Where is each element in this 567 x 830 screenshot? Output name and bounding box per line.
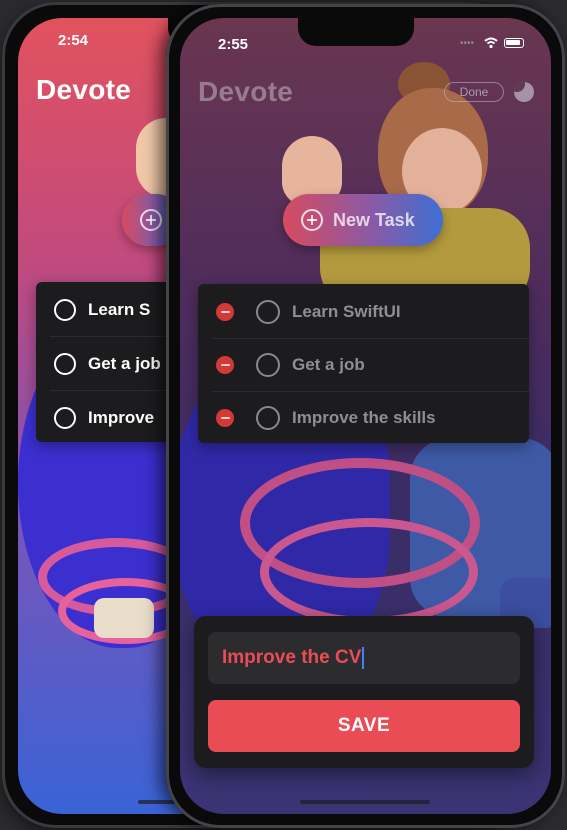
front-status-time: 2:55	[218, 36, 249, 53]
back-task-row[interactable]: Improve	[36, 392, 176, 444]
task-row[interactable]: Get a job	[198, 339, 529, 391]
plus-circle-icon	[140, 209, 162, 231]
wifi-icon	[484, 36, 498, 49]
plus-circle-icon	[301, 209, 323, 231]
new-task-label: New Task	[333, 209, 415, 230]
task-label: Learn SwiftUI	[292, 302, 401, 321]
dark-mode-moon-icon[interactable]	[514, 82, 534, 102]
delete-minus-icon[interactable]	[216, 303, 234, 321]
task-label: Improve the skills	[292, 408, 436, 427]
back-status-time: 2:54	[58, 32, 89, 49]
checkbox-circle-icon[interactable]	[256, 353, 280, 377]
divider	[50, 390, 176, 391]
front-phone-screen: 2:55 •••• Devote Done New Task Learn Swi…	[180, 18, 551, 814]
back-task-row[interactable]: Learn S	[36, 284, 176, 336]
front-home-indicator	[300, 800, 430, 804]
front-app-title: Devote	[198, 76, 294, 107]
done-button[interactable]: Done	[444, 82, 504, 102]
delete-minus-icon[interactable]	[216, 356, 234, 374]
task-row[interactable]: Learn SwiftUI	[198, 286, 529, 338]
back-task-label: Learn S	[88, 300, 151, 319]
checkbox-circle-icon[interactable]	[256, 300, 280, 324]
cellular-signal-icon: ••••	[460, 38, 475, 49]
checkbox-circle-icon[interactable]	[54, 407, 76, 429]
illustration-shoe	[94, 598, 154, 638]
new-task-button[interactable]: New Task	[283, 194, 443, 246]
back-task-label: Improve	[88, 408, 155, 427]
back-task-list: Learn S Get a job Improve	[36, 282, 176, 442]
front-phone-frame: 2:55 •••• Devote Done New Task Learn Swi…	[166, 4, 565, 828]
checkbox-circle-icon[interactable]	[54, 299, 76, 321]
illustration-ring-2	[260, 518, 478, 626]
divider	[50, 336, 176, 337]
back-app-title: Devote	[36, 74, 132, 105]
checkbox-circle-icon[interactable]	[256, 406, 280, 430]
front-notch	[298, 18, 414, 46]
checkbox-circle-icon[interactable]	[54, 353, 76, 375]
task-title-input[interactable]: Improve the CV	[208, 632, 520, 684]
task-title-value: Improve the CV	[222, 647, 362, 668]
text-caret	[362, 647, 365, 669]
delete-minus-icon[interactable]	[216, 409, 234, 427]
back-task-label: Get a job	[88, 354, 161, 373]
back-task-row[interactable]: Get a job	[36, 338, 176, 390]
status-icons: ••••	[460, 36, 532, 50]
task-row[interactable]: Improve the skills	[198, 392, 529, 444]
task-list: Learn SwiftUI Get a job Improve the skil…	[198, 284, 529, 443]
save-button[interactable]: SAVE	[208, 700, 520, 752]
new-task-editor: Improve the CV SAVE	[194, 616, 534, 768]
task-label: Get a job	[292, 355, 365, 374]
battery-icon	[504, 38, 524, 48]
